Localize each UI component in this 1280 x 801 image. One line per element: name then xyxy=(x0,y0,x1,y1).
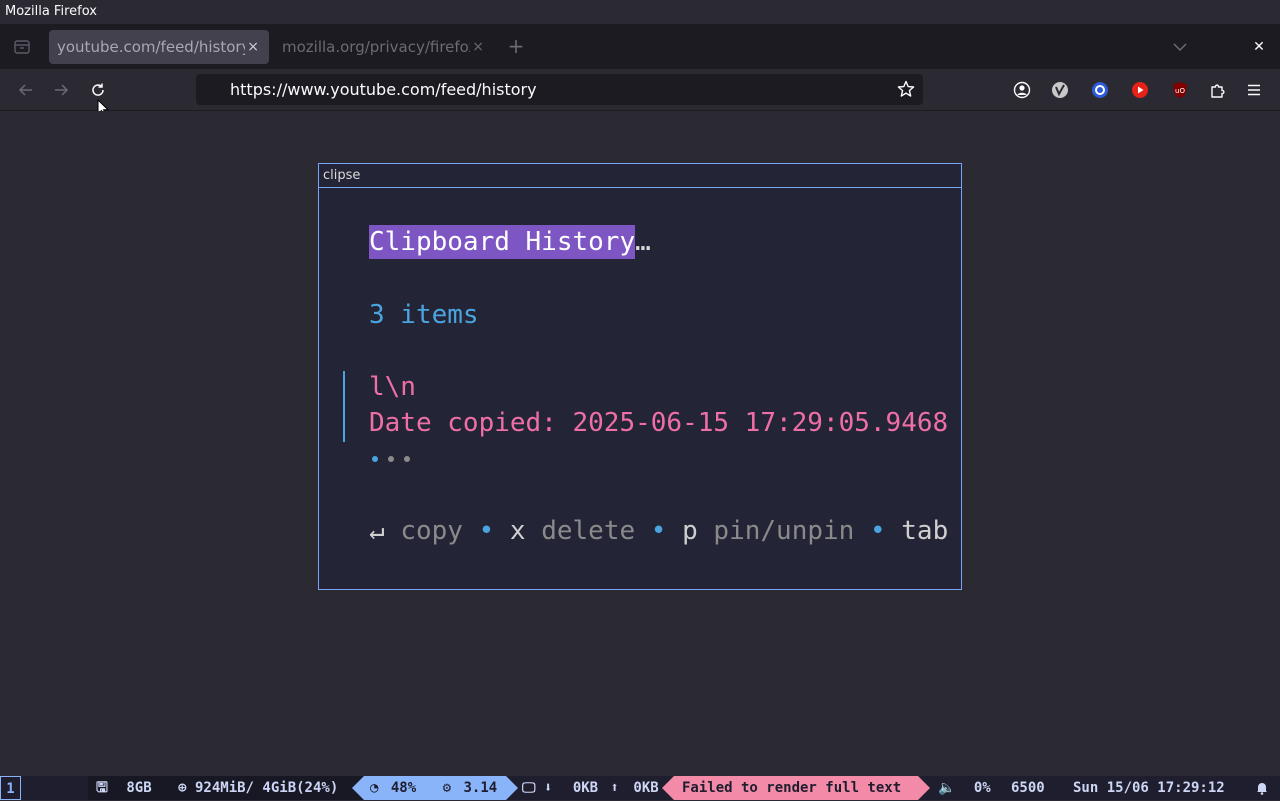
svg-text:uO: uO xyxy=(1175,87,1185,95)
help-key-enter: ↵ xyxy=(369,516,385,546)
cpu-segment: ◔ 48% ⚙ 3.14 xyxy=(364,776,506,800)
extension-circle-icon[interactable] xyxy=(1089,79,1111,101)
disk-icon: 🖫 xyxy=(96,780,108,796)
url-bar[interactable]: https://www.youtube.com/feed/history xyxy=(196,74,923,105)
heading-ellipsis: … xyxy=(635,227,651,257)
segment-arrow xyxy=(506,776,518,800)
clipse-window[interactable]: clipse Clipboard History… 3 items l\n Da… xyxy=(318,163,962,590)
help-separator: • xyxy=(650,516,667,546)
tab-label: mozilla.org/privacy/firefox xyxy=(282,38,470,56)
volume-level: 0% xyxy=(973,780,991,796)
clipse-window-title: clipse xyxy=(319,164,961,188)
brightness-value: 6500 xyxy=(1011,780,1045,796)
workspace-indicator[interactable]: 1 xyxy=(0,776,21,800)
notification-bell-icon[interactable] xyxy=(1256,776,1270,800)
item-count: 3 items xyxy=(369,300,479,330)
status-bar: 1 🖫 8GB ⊕ 924MiB/ 4GiB(24%) ◔ 48% ⚙ 3.14… xyxy=(0,776,1280,800)
help-keybindings: ↵ copy • x delete • p pin/unpin • tab xyxy=(369,516,961,546)
account-icon[interactable] xyxy=(1011,79,1033,101)
extensions-puzzle-icon[interactable] xyxy=(1207,79,1229,101)
pagination-dot xyxy=(404,456,410,462)
window-title: Mozilla Firefox xyxy=(5,4,97,19)
clipboard-item-text[interactable]: l\n xyxy=(369,372,416,402)
load-average: 3.14 xyxy=(463,780,498,796)
tab-youtube-history[interactable]: youtube.com/feed/history × xyxy=(49,30,269,64)
network-icon: 🖵 xyxy=(522,780,536,796)
help-action-delete: delete xyxy=(541,516,636,546)
youtube-extension-icon[interactable] xyxy=(1129,79,1151,101)
help-key-p: p xyxy=(682,516,698,546)
ublock-icon[interactable]: uO xyxy=(1169,79,1191,101)
window-close-icon[interactable]: ✕ xyxy=(1248,36,1270,58)
memory-used: 924MiB/ 4GiB(24%) xyxy=(194,780,339,796)
help-action-copy: copy xyxy=(400,516,463,546)
upload-icon: ⬆ xyxy=(610,780,619,796)
segment-arrow xyxy=(352,776,364,800)
clipboard-item-date: Date copied: 2025-06-15 17:29:05.9468 xyxy=(369,408,949,438)
download-icon: ⬇ xyxy=(543,780,553,796)
error-segment: Failed to render full text xyxy=(674,776,918,800)
firefox-view-icon[interactable] xyxy=(8,36,36,58)
back-arrow-icon[interactable] xyxy=(13,78,39,102)
bookmark-star-icon[interactable] xyxy=(895,78,917,100)
memory-segment: 🖫 8GB ⊕ 924MiB/ 4GiB(24%) xyxy=(88,776,366,800)
network-segment: 🖵 ⬇ 0KB ⬆ 0KB xyxy=(520,776,666,800)
memory-icon: ⊕ xyxy=(178,780,187,796)
selection-indicator xyxy=(343,371,345,442)
new-tab-plus-icon[interactable]: + xyxy=(504,35,528,59)
cpu-icon: ◔ xyxy=(370,780,379,796)
upload-rate: 0KB xyxy=(633,780,659,796)
segment-arrow xyxy=(662,776,674,800)
volume-segment[interactable]: 🔈 0% xyxy=(938,776,991,800)
pagination-dot-active xyxy=(372,456,378,462)
navigation-toolbar: https://www.youtube.com/feed/history uO xyxy=(0,69,1280,117)
forward-arrow-icon[interactable] xyxy=(48,78,74,102)
clock: Sun 15/06 17:29:12 xyxy=(1073,780,1225,796)
pagination-dot xyxy=(388,456,394,462)
speaker-icon: 🔈 xyxy=(938,780,956,796)
menu-hamburger-icon[interactable] xyxy=(1243,79,1265,101)
download-rate: 0KB xyxy=(572,780,599,796)
tab-close-icon[interactable]: × xyxy=(472,30,484,64)
help-key-tab: tab xyxy=(901,516,949,546)
list-all-tabs-chevron-icon[interactable] xyxy=(1168,36,1192,58)
help-key-x: x xyxy=(509,516,526,546)
window-titlebar: Mozilla Firefox xyxy=(0,0,1280,25)
help-action-pin: pin/unpin xyxy=(713,516,855,546)
clipboard-history-heading: Clipboard History… xyxy=(369,225,651,259)
help-separator: • xyxy=(869,516,886,546)
url-input[interactable]: https://www.youtube.com/feed/history xyxy=(230,74,537,105)
help-separator: • xyxy=(478,516,495,546)
tab-close-icon[interactable]: × xyxy=(247,30,259,64)
memory-total: 8GB xyxy=(126,780,152,796)
tab-mozilla-privacy[interactable]: mozilla.org/privacy/firefox × xyxy=(274,30,494,64)
tab-strip: youtube.com/feed/history × mozilla.org/p… xyxy=(0,25,1280,69)
tab-label: youtube.com/feed/history xyxy=(57,38,245,56)
gear-icon: ⚙ xyxy=(442,780,452,796)
extension-v-icon[interactable] xyxy=(1049,79,1071,101)
segment-arrow xyxy=(918,776,930,800)
cpu-usage: 48% xyxy=(390,780,417,796)
heading-text: Clipboard History xyxy=(369,225,636,259)
